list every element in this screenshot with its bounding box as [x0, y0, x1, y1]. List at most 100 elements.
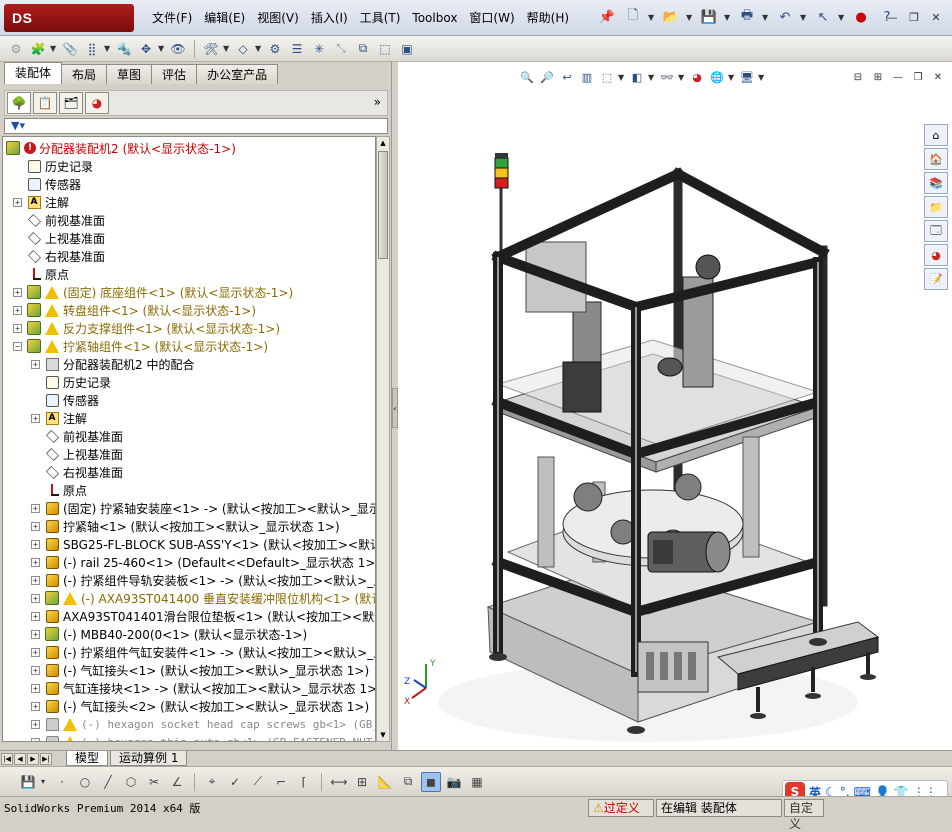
- configuration-manager-tab-icon[interactable]: 🗂: [59, 92, 83, 114]
- dimension-icon[interactable]: ⟷: [329, 772, 349, 792]
- select-arrow-icon[interactable]: ↖: [812, 6, 834, 28]
- chevron-down-icon[interactable]: ▼: [724, 6, 732, 28]
- expand-toggle-icon[interactable]: +: [13, 287, 22, 297]
- close-icon[interactable]: ✕: [930, 70, 946, 84]
- chevron-down-icon[interactable]: ▼: [838, 6, 846, 28]
- tree-row[interactable]: + A 注解: [13, 193, 375, 211]
- edit-appearance-icon[interactable]: ◕: [688, 68, 706, 86]
- explode-line-sketch-icon[interactable]: ⤡: [331, 39, 351, 59]
- view-settings-icon[interactable]: 🖥: [738, 68, 756, 86]
- feature-tree-filter[interactable]: ▼▾: [4, 118, 388, 134]
- tree-row[interactable]: 原点: [13, 265, 375, 283]
- new-motion-study-icon[interactable]: ⚙: [265, 39, 285, 59]
- tree-row[interactable]: 历史记录: [13, 157, 375, 175]
- custom-properties-icon[interactable]: 📝: [924, 268, 948, 290]
- expand-toggle-icon[interactable]: +: [31, 521, 40, 531]
- table-icon[interactable]: ▦: [467, 772, 487, 792]
- tab-motion-study-1[interactable]: 运动算例 1: [110, 751, 188, 766]
- chevron-down-icon[interactable]: ▼: [223, 44, 231, 53]
- tree-row[interactable]: + (-) 拧紧组件导轨安装板<1> -> (默认<按加工><默认>_显: [31, 571, 375, 589]
- open-folder-icon[interactable]: 📂: [660, 6, 682, 28]
- chevron-down-icon[interactable]: ▼: [648, 73, 656, 82]
- tree-row[interactable]: 传感器: [31, 391, 375, 409]
- previous-view-icon[interactable]: ↩: [558, 68, 576, 86]
- angle-icon[interactable]: ∠: [167, 772, 187, 792]
- expand-toggle-icon[interactable]: +: [31, 503, 40, 513]
- home-icon[interactable]: 🏠: [924, 148, 948, 170]
- tree-row[interactable]: 前视基准面: [31, 427, 375, 445]
- appearances-icon[interactable]: ◕: [924, 244, 948, 266]
- tree-row[interactable]: + 转盘组件<1> (默认<显示状态-1>): [13, 301, 375, 319]
- scroll-down-icon[interactable]: ▼: [378, 729, 388, 741]
- solidworks-logo[interactable]: DS SOLIDWORKS: [4, 4, 134, 54]
- tab-layout[interactable]: 布局: [61, 64, 108, 84]
- solidworks-resources-icon[interactable]: ⌂: [924, 124, 948, 146]
- feature-manager-tab-icon[interactable]: 🌳: [7, 92, 31, 114]
- box-icon[interactable]: ⧉: [398, 772, 418, 792]
- tree-row[interactable]: − 拧紧轴组件<1> (默认<显示状态-1>): [13, 337, 375, 355]
- tree-row[interactable]: + (固定) 底座组件<1> (默认<显示状态-1>): [13, 283, 375, 301]
- tree-scrollbar[interactable]: ▲ ▼: [376, 136, 390, 742]
- status-units[interactable]: 自定义: [784, 799, 824, 831]
- menu-toolbox[interactable]: Toolbox: [408, 8, 461, 28]
- trim-icon[interactable]: ✂: [144, 772, 164, 792]
- chevron-down-icon[interactable]: ▼: [255, 44, 263, 53]
- chevron-down-icon[interactable]: ▼: [158, 44, 166, 53]
- menu-view[interactable]: 视图(V): [253, 8, 303, 28]
- hide-show-items-icon[interactable]: 👓: [658, 68, 676, 86]
- view-orientation-icon[interactable]: ⬚: [598, 68, 616, 86]
- first-tab-icon[interactable]: |◀: [1, 752, 13, 765]
- tree-row[interactable]: 前视基准面: [13, 211, 375, 229]
- tab-office-products[interactable]: 办公室产品: [196, 64, 279, 84]
- chevron-down-icon[interactable]: ▼: [50, 44, 58, 53]
- expand-toggle-icon[interactable]: +: [31, 593, 40, 603]
- exploded-view-icon[interactable]: ✳: [309, 39, 329, 59]
- ruler-icon[interactable]: 📐: [375, 772, 395, 792]
- chevron-down-icon[interactable]: ▼: [728, 73, 736, 82]
- expand-toggle-icon[interactable]: +: [31, 737, 40, 741]
- tree-row[interactable]: 传感器: [13, 175, 375, 193]
- expand-toggle-icon[interactable]: +: [31, 359, 40, 369]
- tree-row[interactable]: + (-) 气缸接头<1> (默认<按加工><默认>_显示状态 1>): [31, 661, 375, 679]
- zoom-to-area-icon[interactable]: 🔎: [538, 68, 556, 86]
- circle-icon[interactable]: ○: [75, 772, 95, 792]
- design-library-icon[interactable]: 📚: [924, 172, 948, 194]
- expand-arrows-icon[interactable]: »: [374, 95, 381, 109]
- minimize-icon[interactable]: —: [882, 8, 902, 26]
- mate-icon[interactable]: 📎: [60, 39, 80, 59]
- tree-row[interactable]: 上视基准面: [31, 445, 375, 463]
- tab-assembly[interactable]: 装配体: [4, 62, 63, 84]
- expand-toggle-icon[interactable]: +: [13, 323, 22, 333]
- assembly-model-render[interactable]: [398, 62, 952, 750]
- corner-icon[interactable]: ⌐: [271, 772, 291, 792]
- construction-line-icon[interactable]: ⟋: [248, 772, 268, 792]
- chevron-down-icon[interactable]: ▼: [678, 73, 686, 82]
- tree-row[interactable]: 历史记录: [31, 373, 375, 391]
- expand-toggle-icon[interactable]: +: [31, 611, 40, 621]
- shaded-display-icon[interactable]: ◼: [421, 771, 441, 792]
- last-tab-icon[interactable]: ▶|: [40, 752, 52, 765]
- graphics-area[interactable]: 🔍 🔎 ↩ ▥ ⬚ ▼ ◧ ▼ 👓 ▼ ◕ 🌐 ▼ 🖥 ▼ ⊟ ⊞ — ❐ ✕ …: [398, 62, 952, 750]
- prev-tab-icon[interactable]: ◀: [14, 752, 26, 765]
- scroll-thumb[interactable]: [378, 151, 388, 259]
- chevron-down-icon[interactable]: ▼: [686, 6, 694, 28]
- bill-of-materials-icon[interactable]: ☰: [287, 39, 307, 59]
- smart-fasteners-icon[interactable]: 🔩: [114, 39, 134, 59]
- split-view-vertical-icon[interactable]: ⊞: [870, 70, 886, 84]
- expand-toggle-icon[interactable]: −: [13, 341, 22, 351]
- save-icon[interactable]: 💾: [698, 6, 720, 28]
- insert-component-icon[interactable]: 🧩: [28, 39, 48, 59]
- rebuild-traffic-light-icon[interactable]: ●: [850, 6, 872, 28]
- tree-root[interactable]: ! 分配器装配机2 (默认<显示状态-1>): [5, 139, 375, 157]
- expand-toggle-icon[interactable]: +: [13, 305, 22, 315]
- show-hidden-icon[interactable]: 👁: [168, 39, 188, 59]
- chevron-down-icon[interactable]: ▼: [618, 73, 626, 82]
- expand-toggle-icon[interactable]: +: [31, 683, 40, 693]
- tree-row[interactable]: 原点: [31, 481, 375, 499]
- interference-detection-icon[interactable]: ⧉: [353, 39, 373, 59]
- new-document-icon[interactable]: 🗋: [622, 6, 644, 28]
- scroll-up-icon[interactable]: ▲: [378, 137, 388, 149]
- chevron-down-icon[interactable]: ▼: [648, 6, 656, 28]
- tree-row[interactable]: 右视基准面: [13, 247, 375, 265]
- large-design-review-icon[interactable]: ▣: [397, 39, 417, 59]
